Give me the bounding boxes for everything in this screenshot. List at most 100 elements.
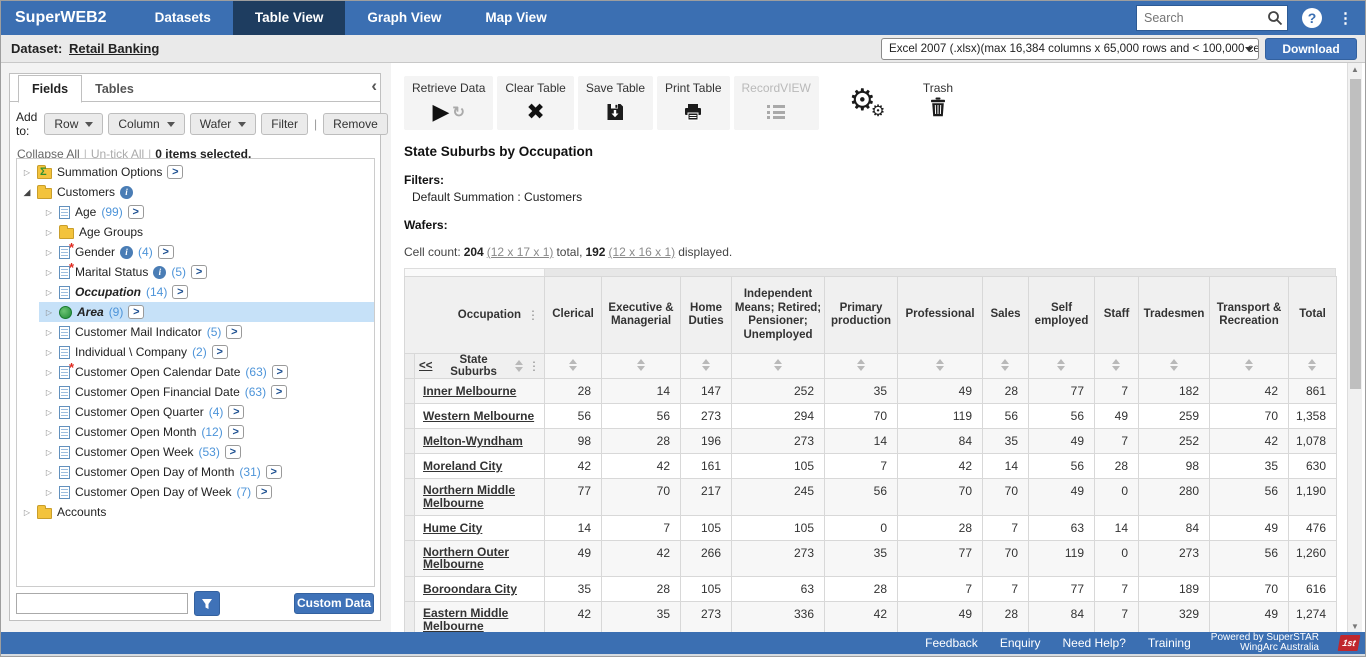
tree-item-gender[interactable]: ▷*Genderi(4)> (39, 242, 374, 262)
expander-icon[interactable]: ▷ (22, 168, 32, 177)
expander-icon[interactable]: ▷ (44, 308, 54, 317)
sort-icon[interactable] (774, 359, 783, 371)
open-field-button[interactable]: > (167, 165, 183, 179)
tree-item-customer-open-day-of-month[interactable]: ▷Customer Open Day of Month(31)> (39, 462, 374, 482)
row-label-link[interactable]: Inner Melbourne (423, 385, 516, 398)
tree-item-customer-open-quarter[interactable]: ▷Customer Open Quarter(4)> (39, 402, 374, 422)
tree-item-area[interactable]: ▷Area(9)> (39, 302, 374, 322)
field-filter-input[interactable] (16, 593, 188, 614)
cell-count-displayed-dims-link[interactable]: (12 x 16 x 1) (608, 245, 675, 259)
row-label-link[interactable]: Northern Outer Melbourne (423, 546, 540, 571)
tree-item-accounts[interactable]: ▷Accounts (17, 502, 374, 522)
help-icon[interactable]: ? (1302, 8, 1322, 28)
tree-item-summation-options[interactable]: ▷ΣSummation Options> (17, 162, 374, 182)
expander-icon[interactable]: ▷ (22, 508, 32, 517)
addto-wafer-button[interactable]: Wafer (190, 113, 257, 135)
open-field-button[interactable]: > (228, 405, 244, 419)
footer-link-need-help[interactable]: Need Help? (1063, 636, 1126, 650)
table-options-button[interactable]: ⚙ ⚙ (847, 76, 889, 130)
overflow-menu-icon[interactable]: ⋮ (1338, 9, 1353, 27)
scroll-up-arrow[interactable]: ▲ (1348, 63, 1362, 77)
sort-icon[interactable] (1057, 359, 1066, 371)
column-header-home-duties[interactable]: Home Duties (681, 277, 732, 354)
tab-tables[interactable]: Tables (82, 76, 147, 104)
tree-item-customers[interactable]: ◢Customersi (17, 182, 374, 202)
row-label-link[interactable]: Moreland City (423, 460, 502, 473)
print-table-button[interactable]: Print Table (657, 76, 729, 130)
column-header-tradesmen[interactable]: Tradesmen (1139, 277, 1210, 354)
tree-item-occupation[interactable]: ▷Occupation(14)> (39, 282, 374, 302)
retrieve-data-button[interactable]: Retrieve Data▶↻ (404, 76, 493, 130)
sort-icon[interactable] (857, 359, 866, 371)
row-label-link[interactable]: Hume City (423, 522, 482, 535)
tree-item-customer-open-financial-date[interactable]: ▷Customer Open Financial Date(63)> (39, 382, 374, 402)
sort-icon[interactable] (702, 359, 711, 371)
sort-icon[interactable] (1112, 359, 1121, 371)
open-field-button[interactable]: > (158, 245, 174, 259)
expander-icon[interactable]: ▷ (44, 328, 54, 337)
expander-icon[interactable]: ▷ (44, 448, 54, 457)
footer-link-training[interactable]: Training (1148, 636, 1191, 650)
expander-icon[interactable]: ▷ (44, 408, 54, 417)
nav-tab-datasets[interactable]: Datasets (133, 1, 233, 35)
info-icon[interactable]: i (120, 246, 133, 259)
sort-icon[interactable] (515, 360, 523, 372)
row-label-link[interactable]: Western Melbourne (423, 410, 534, 423)
info-icon[interactable]: i (120, 186, 133, 199)
sort-icon[interactable] (1001, 359, 1010, 371)
expander-icon[interactable]: ▷ (44, 348, 54, 357)
clear-table-button[interactable]: Clear Table✖ (497, 76, 573, 130)
column-header-independent-means-retired-pensioner-unemployed[interactable]: Independent Means; Retired; Pensioner; U… (732, 277, 825, 354)
sort-icon[interactable] (637, 359, 646, 371)
column-header-staff[interactable]: Staff (1095, 277, 1139, 354)
nav-tab-table-view[interactable]: Table View (233, 1, 346, 35)
expander-icon[interactable]: ▷ (44, 288, 54, 297)
sort-icon[interactable] (1170, 359, 1179, 371)
tree-item-customer-open-month[interactable]: ▷Customer Open Month(12)> (39, 422, 374, 442)
column-header-clerical[interactable]: Clerical (545, 277, 602, 354)
info-icon[interactable]: i (153, 266, 166, 279)
open-field-button[interactable]: > (271, 385, 287, 399)
tree-item-age[interactable]: ▷Age(99)> (39, 202, 374, 222)
expander-icon[interactable]: ▷ (44, 228, 54, 237)
row-label-link[interactable]: Melton-Wyndham (423, 435, 523, 448)
footer-link-feedback[interactable]: Feedback (925, 636, 978, 650)
open-field-button[interactable]: > (128, 305, 144, 319)
footer-link-enquiry[interactable]: Enquiry (1000, 636, 1041, 650)
column-header-professional[interactable]: Professional (898, 277, 983, 354)
nav-tab-map-view[interactable]: Map View (463, 1, 568, 35)
tree-item-marital-status[interactable]: ▷*Marital Statusi(5)> (39, 262, 374, 282)
tree-item-customer-mail-indicator[interactable]: ▷Customer Mail Indicator(5)> (39, 322, 374, 342)
open-field-button[interactable]: > (272, 365, 288, 379)
tree-item-individual-company[interactable]: ▷Individual \ Company(2)> (39, 342, 374, 362)
open-field-button[interactable]: > (266, 465, 282, 479)
column-header-transport-recreation[interactable]: Transport & Recreation (1210, 277, 1289, 354)
column-header-executive-managerial[interactable]: Executive & Managerial (602, 277, 681, 354)
search-icon[interactable] (1267, 10, 1283, 31)
open-field-button[interactable]: > (226, 325, 242, 339)
open-field-button[interactable]: > (212, 345, 228, 359)
expander-icon[interactable]: ▷ (44, 428, 54, 437)
column-header-sales[interactable]: Sales (983, 277, 1029, 354)
open-field-button[interactable]: > (225, 445, 241, 459)
collapse-rows-link[interactable]: << (419, 360, 432, 372)
drag-grip-icon[interactable]: ⋮ (528, 359, 540, 373)
expander-icon[interactable]: ▷ (44, 368, 54, 377)
expander-icon[interactable]: ▷ (44, 268, 54, 277)
save-table-button[interactable]: Save Table (578, 76, 653, 130)
drag-grip-icon[interactable]: ⋮ (527, 308, 539, 322)
dataset-link[interactable]: Retail Banking (69, 41, 159, 56)
download-table-button[interactable]: Download Table (1265, 38, 1357, 60)
column-header-self-employed[interactable]: Self employed (1029, 277, 1095, 354)
open-field-button[interactable]: > (172, 285, 188, 299)
addto-remove-button[interactable]: Remove (323, 113, 388, 135)
row-label-link[interactable]: Eastern Middle Melbourne (423, 607, 540, 632)
nav-tab-graph-view[interactable]: Graph View (345, 1, 463, 35)
search-input[interactable] (1137, 6, 1255, 30)
scrollbar-thumb[interactable] (1350, 79, 1361, 389)
column-header-total[interactable]: Total (1289, 277, 1337, 354)
cell-count-total-dims-link[interactable]: (12 x 17 x 1) (487, 245, 554, 259)
open-field-button[interactable]: > (228, 425, 244, 439)
row-label-link[interactable]: Northern Middle Melbourne (423, 484, 540, 509)
addto-column-button[interactable]: Column (108, 113, 184, 135)
